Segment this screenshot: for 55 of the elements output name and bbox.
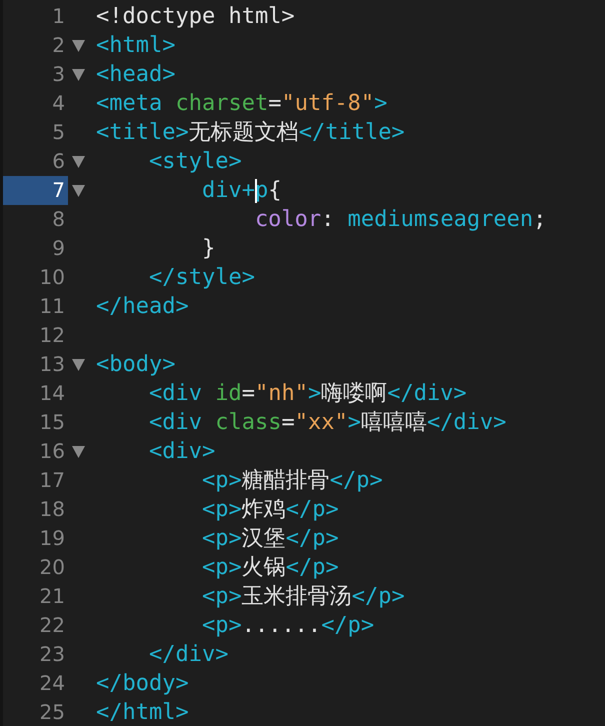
line-number: 2 [51, 32, 66, 59]
code-line: <p>......</p> [200, 612, 374, 640]
line-number: 24 [38, 670, 66, 697]
code-line: <style> [148, 148, 242, 176]
line-number: 20 [38, 554, 66, 581]
code-line: <title>无标题文档</title> [96, 119, 405, 147]
line-number: 1 [51, 3, 66, 30]
line-number: 5 [51, 119, 66, 146]
line-number: 23 [38, 641, 66, 668]
code-line: <div id="nh">嗨喽啊</div> [148, 380, 467, 408]
code-line: <html> [96, 32, 176, 60]
fold-triangle-icon[interactable] [72, 156, 85, 168]
line-number: 16 [38, 438, 66, 465]
line-number: 19 [38, 525, 66, 552]
code-line: <p>火锅</p> [200, 554, 339, 582]
line-number: 6 [51, 148, 66, 175]
code-line: </style> [148, 264, 255, 292]
code-line: </html> [96, 699, 189, 726]
code-line: <p>玉米排骨汤</p> [200, 583, 405, 611]
line-number: 17 [38, 467, 66, 494]
code-line: <body> [96, 351, 176, 379]
line-number: 11 [38, 293, 66, 320]
line-number: 3 [51, 61, 66, 88]
line-number: 12 [38, 322, 66, 349]
code-line: <head> [96, 61, 176, 89]
line-number: 7 [3, 176, 68, 205]
code-line: <div class="xx">嘻嘻嘻</div> [148, 409, 506, 437]
line-number: 21 [38, 583, 66, 610]
code-line: color: mediumseagreen; [254, 206, 546, 234]
line-number: 13 [38, 351, 66, 378]
line-number: 22 [38, 612, 66, 639]
code-line: <p>炸鸡</p> [200, 496, 339, 524]
line-number: 10 [38, 264, 66, 291]
code-line: </head> [96, 293, 189, 321]
code-line: <p>汉堡</p> [200, 525, 339, 553]
code-line: </body> [96, 670, 189, 698]
code-line: <!doctype html> [96, 3, 295, 31]
fold-triangle-icon[interactable] [72, 68, 85, 80]
fold-triangle-icon[interactable] [72, 358, 85, 370]
code-line: <div> [148, 438, 216, 466]
code-line: <p>糖醋排骨</p> [200, 467, 383, 495]
code-line: <meta charset="utf-8"> [96, 90, 388, 118]
line-number: 25 [38, 699, 66, 726]
line-number: 15 [38, 409, 66, 436]
fold-triangle-icon[interactable] [72, 446, 85, 458]
fold-triangle-icon[interactable] [72, 184, 85, 196]
line-number: 8 [51, 206, 66, 233]
line-number: 4 [51, 90, 66, 117]
fold-triangle-icon[interactable] [72, 40, 85, 52]
code-line: </div> [148, 641, 228, 669]
line-number: 14 [38, 380, 66, 407]
line-number: 9 [51, 235, 66, 262]
code-line: div+p{ [200, 177, 282, 205]
line-number: 18 [38, 496, 66, 523]
code-line: } [200, 235, 216, 263]
